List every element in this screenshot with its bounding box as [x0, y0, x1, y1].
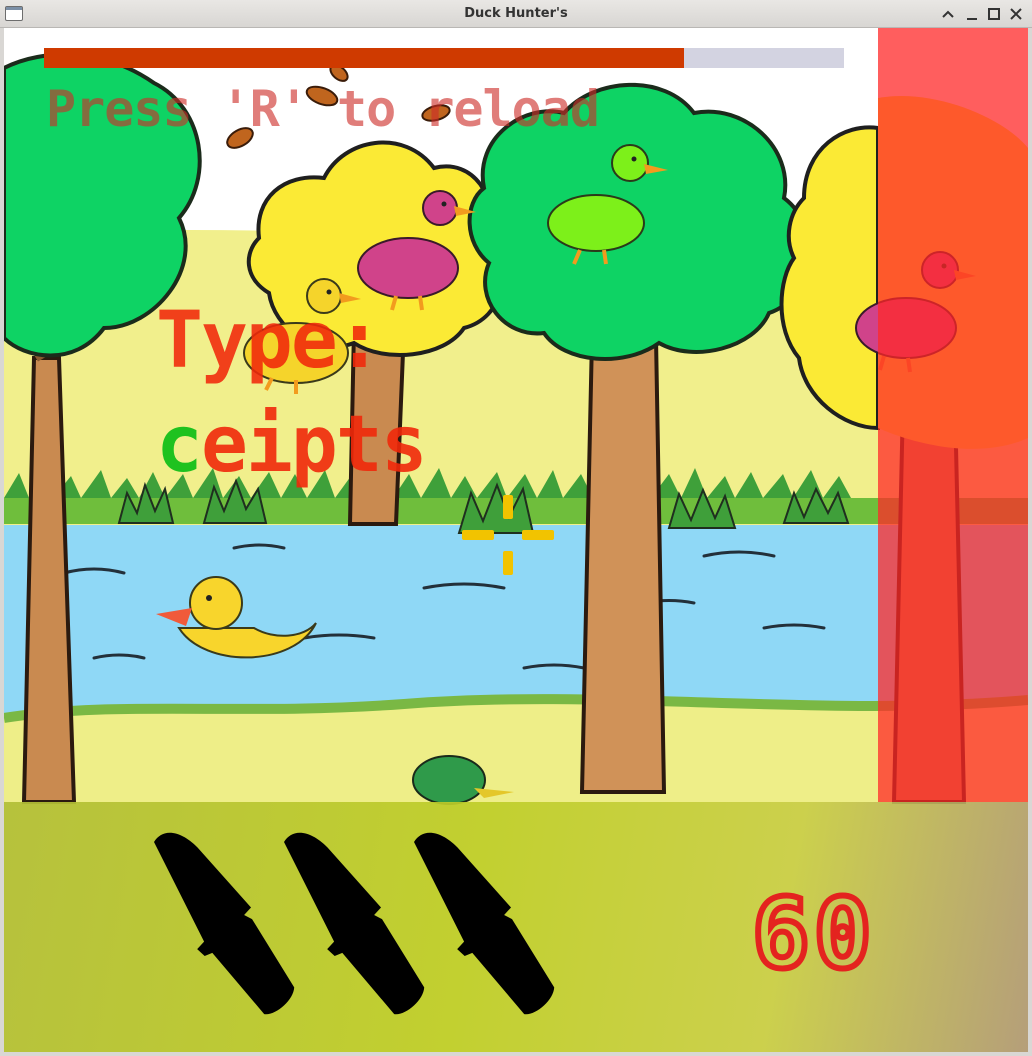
reload-hint: Press 'R' to reload: [46, 80, 600, 138]
maximize-icon: [988, 8, 1000, 20]
danger-zone: [878, 28, 1028, 802]
game-canvas[interactable]: Press 'R' to reload Type: ceipts 60: [4, 28, 1028, 1052]
maximize-button[interactable]: [984, 4, 1004, 24]
countdown-timer: 60: [749, 878, 876, 990]
type-prompt-label: Type:: [156, 296, 383, 386]
close-icon: [1010, 8, 1022, 20]
target-word: ceipts: [156, 400, 428, 490]
minimize-button[interactable]: [962, 4, 982, 24]
remaining-letters: eipts: [200, 400, 428, 490]
typed-letters: c: [156, 400, 203, 490]
window-title: Duck Hunter's: [464, 6, 568, 21]
health-bar: [44, 48, 844, 68]
window-titlebar[interactable]: Duck Hunter's: [0, 0, 1032, 28]
minimize-icon: [967, 18, 977, 20]
close-button[interactable]: [1006, 4, 1026, 24]
collapse-icon: [942, 10, 954, 18]
bullet-icon: [154, 832, 295, 1015]
collapse-button[interactable]: [938, 4, 958, 24]
health-bar-fill: [44, 48, 684, 68]
